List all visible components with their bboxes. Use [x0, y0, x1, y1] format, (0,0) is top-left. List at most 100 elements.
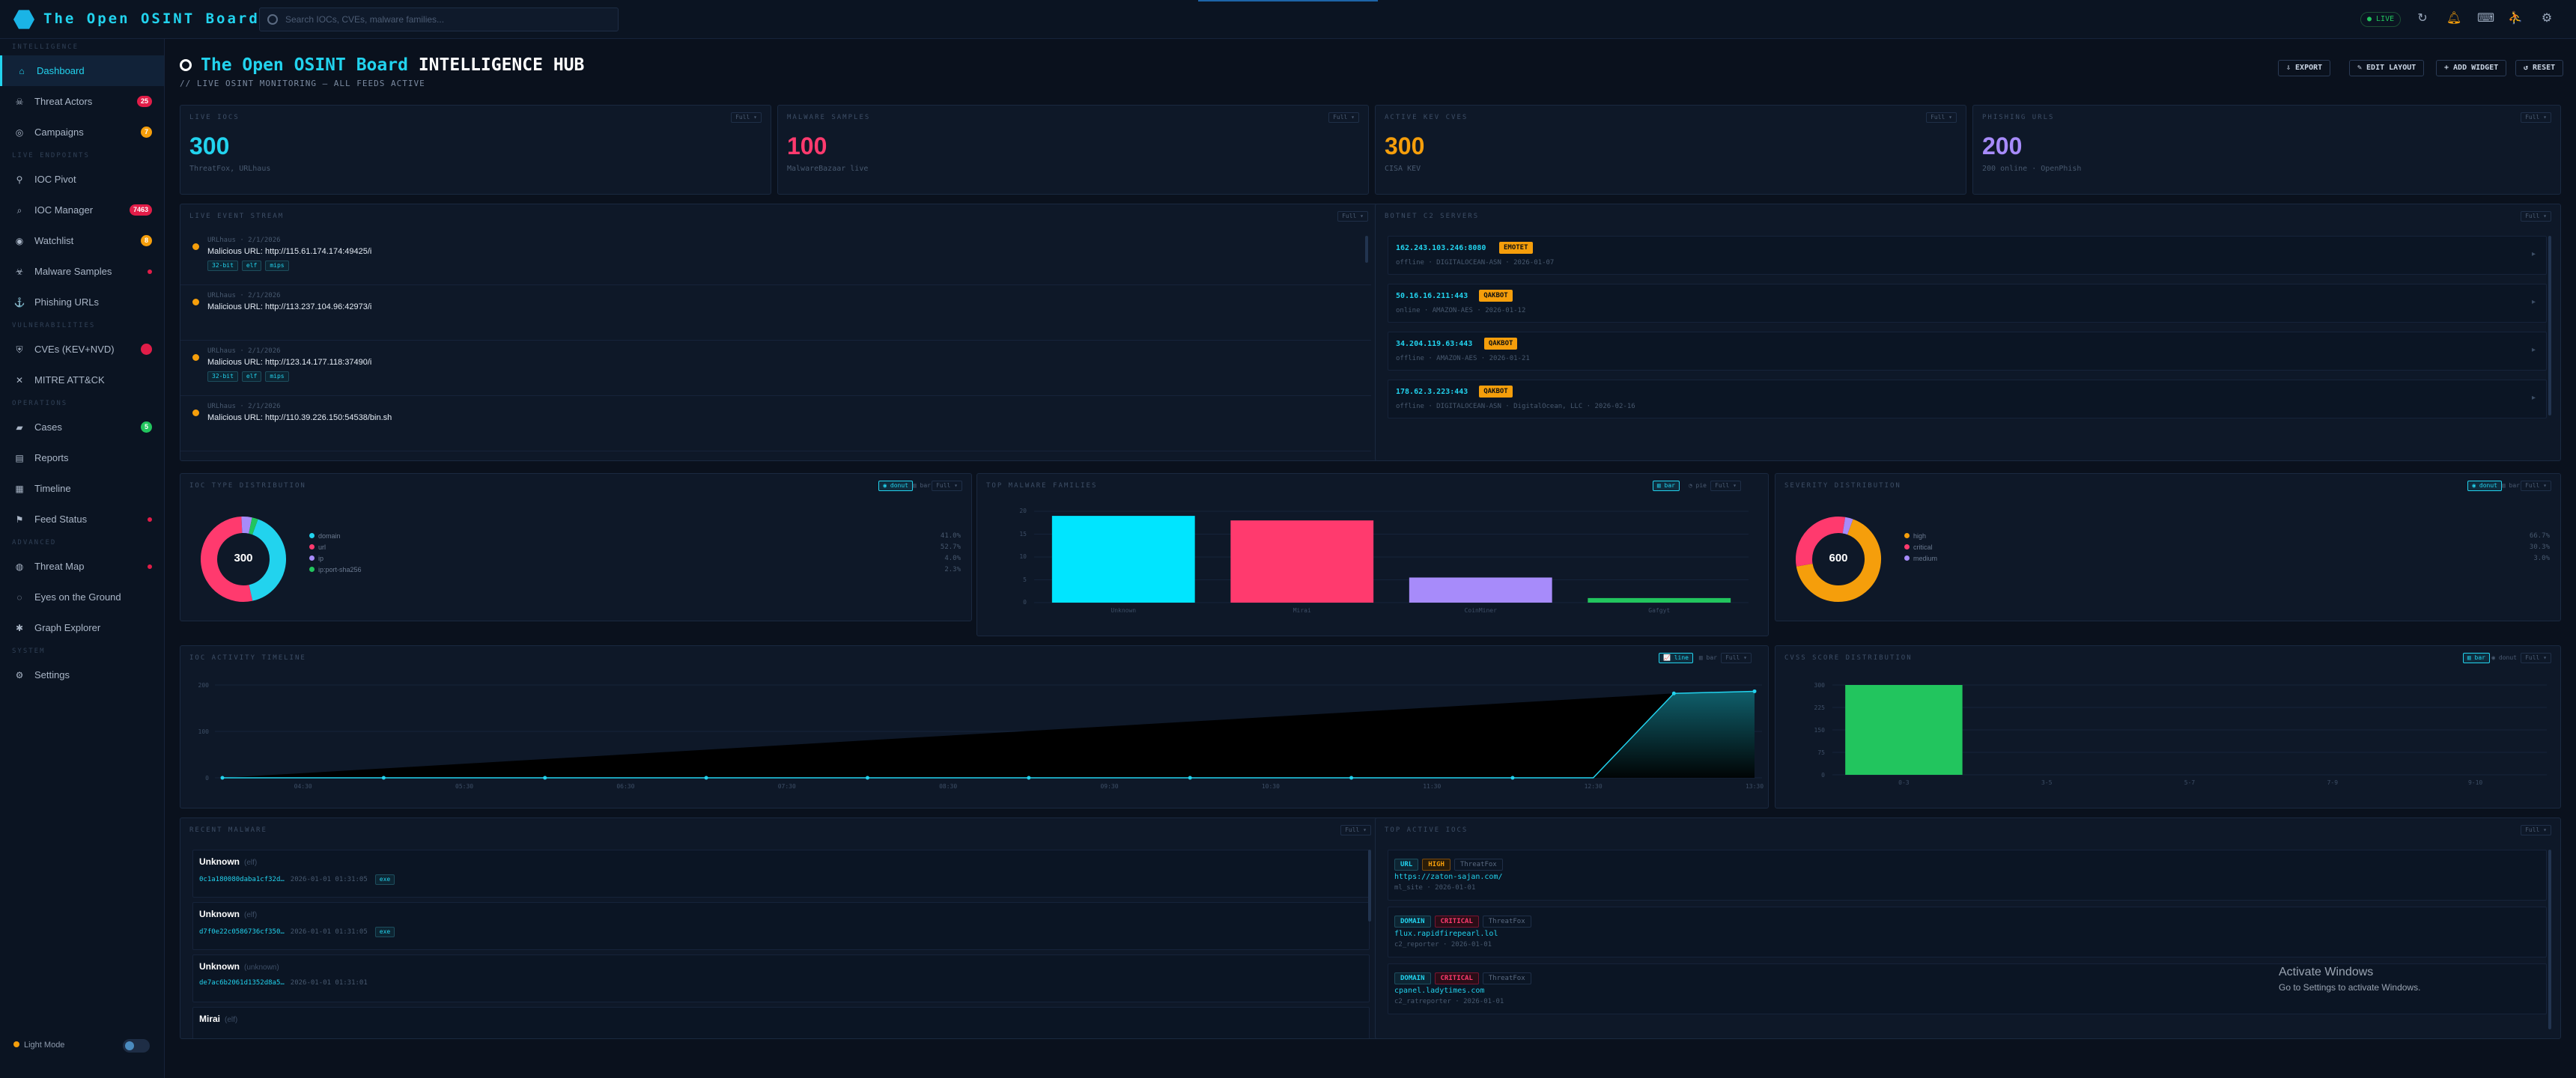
- panel-size-select[interactable]: Full ▾: [1926, 112, 1957, 123]
- ioc-type-badge: URL: [1394, 859, 1419, 871]
- panel-size-select[interactable]: Full ▾: [1328, 112, 1359, 123]
- global-search[interactable]: Search IOCs, CVEs, malware families...: [259, 7, 619, 31]
- light-mode-label: Light Mode: [13, 1041, 64, 1050]
- sidebar-item-settings[interactable]: ⚙ Settings: [0, 660, 164, 690]
- c2-family-badge: EMOTET: [1499, 242, 1533, 254]
- sidebar-item-phishing-urls[interactable]: ⚓ Phishing URLs: [0, 287, 164, 317]
- c2-ip: 178.62.3.223:443: [1396, 388, 1468, 396]
- panel-title: SEVERITY DISTRIBUTION: [1784, 482, 1901, 490]
- sidebar-item-dashboard[interactable]: ⌂ Dashboard: [0, 55, 164, 86]
- panel-size-select[interactable]: Full ▾: [2521, 211, 2551, 222]
- c2-row[interactable]: 34.204.119.63:443 QAKBOT offline · AMAZON-…: [1388, 332, 2547, 371]
- malware-row[interactable]: Unknown (elf) 0c1a180080daba1cf32d… 2026-01…: [192, 850, 1370, 898]
- panel-size-select[interactable]: Full ▾: [932, 481, 962, 491]
- c2-row[interactable]: 162.243.103.246:8080 EMOTET offline · DIGI…: [1388, 236, 2547, 275]
- sidebar-item-label: Watchlist: [34, 235, 74, 246]
- legend-item[interactable]: medium: [1904, 555, 1937, 562]
- event-row[interactable]: URLhaus · 2/1/2026 Malicious URL: http://…: [180, 396, 1371, 451]
- light-mode-toggle[interactable]: [123, 1039, 150, 1053]
- y-tick-label: 0: [205, 775, 209, 782]
- sha256-hash[interactable]: 0c1a180080daba1cf32d…: [199, 876, 285, 883]
- malware-row[interactable]: Unknown (unknown) de7ac6b2061d1352d8a5… 202…: [192, 954, 1370, 1002]
- ioc-value[interactable]: https://zaton-sajan.com/: [1394, 873, 1503, 881]
- sidebar-item-timeline[interactable]: ▦ Timeline: [0, 473, 164, 504]
- antenna-icon: ⚑: [15, 514, 24, 525]
- ioc-value[interactable]: flux.rapidfirepearl.lol: [1394, 930, 1498, 938]
- kpi-value: 200: [1982, 133, 2023, 159]
- app-title[interactable]: The Open OSINT Board: [43, 10, 260, 27]
- add-widget-button[interactable]: + ADD WIDGET: [2436, 60, 2507, 76]
- activity-point: [1510, 776, 1515, 780]
- sidebar-section-label: VULNERABILITIES: [12, 322, 96, 329]
- file-type: (elf): [244, 859, 258, 867]
- c2-family-badge: QAKBOT: [1483, 338, 1518, 350]
- edit-layout-button[interactable]: ✎ EDIT LAYOUT: [2349, 60, 2425, 76]
- sidebar-item-reports[interactable]: ▤ Reports: [0, 442, 164, 473]
- sidebar-item-cves-kev-nvd[interactable]: ⛨ CVEs (KEV+NVD): [0, 334, 164, 365]
- event-tag: mips: [265, 371, 289, 382]
- user-icon[interactable]: ⛹: [2507, 10, 2524, 27]
- c2-row[interactable]: 178.62.3.223:443 QAKBOT offline · DIGITALO…: [1388, 380, 2547, 418]
- c2-scrollbar[interactable]: [2548, 236, 2551, 415]
- kpi-title: ACTIVE KEV CVES: [1385, 114, 1468, 121]
- sidebar-item-label: Dashboard: [37, 65, 85, 76]
- sidebar-item-ioc-manager[interactable]: ⌕ IOC Manager 7463: [0, 195, 164, 225]
- export-button[interactable]: ⇩ EXPORT: [2278, 60, 2331, 76]
- cvss-bar-chart: 300 225 150 75 0 0-3 3-5 5-7 7-9 9-10: [1814, 682, 2547, 786]
- refresh-icon[interactable]: ↻: [2414, 10, 2431, 27]
- ioc-scrollbar[interactable]: [2548, 850, 2551, 1029]
- panel-size-select[interactable]: Full ▾: [2521, 112, 2551, 123]
- sidebar-item-mitre-att-ck[interactable]: ✕ MITRE ATT&CK: [0, 365, 164, 395]
- event-row[interactable]: URLhaus · 2/1/2026 Malicious URL: http://…: [180, 285, 1371, 341]
- panel-size-select[interactable]: Full ▾: [1340, 825, 1371, 835]
- legend-item[interactable]: domain: [309, 532, 341, 540]
- event-row[interactable]: URLhaus · 2/1/2026 Malicious URL: http://…: [180, 230, 1371, 285]
- sidebar-item-graph-explorer[interactable]: ✱ Graph Explorer: [0, 612, 164, 643]
- legend-item[interactable]: high: [1904, 532, 1926, 540]
- c2-row[interactable]: 50.16.16.211:443 QAKBOT online · AMAZON-AE…: [1388, 284, 2547, 323]
- sidebar-item-label: Reports: [34, 452, 69, 463]
- sha256-hash[interactable]: d7f0e22c0586736cf350…: [199, 928, 285, 936]
- bar-coinminer: [1409, 577, 1552, 603]
- panel-size-select[interactable]: Full ▾: [731, 112, 762, 123]
- keyboard-icon[interactable]: ⌨: [2477, 10, 2494, 27]
- c2-ip: 50.16.16.211:443: [1396, 292, 1468, 300]
- panel-size-select[interactable]: Full ▾: [2521, 825, 2551, 835]
- event-source: URLhaus · 2/1/2026: [207, 292, 281, 299]
- sidebar-item-ioc-pivot[interactable]: ⚲ IOC Pivot: [0, 164, 164, 195]
- activity-point: [1188, 776, 1192, 780]
- ioc-row[interactable]: DOMAIN CRITICAL ThreatFox flux.rapidfirepea…: [1388, 907, 2547, 957]
- sidebar-item-feed-status[interactable]: ⚑ Feed Status: [0, 504, 164, 535]
- legend-item[interactable]: critical: [1904, 543, 1933, 551]
- ioc-value[interactable]: cpanel.ladytimes.com: [1394, 987, 1484, 995]
- settings-gear-icon[interactable]: ⚙: [2539, 10, 2555, 27]
- event-source: URLhaus · 2/1/2026: [207, 237, 281, 244]
- event-tags: 32-bit elf mips: [207, 258, 293, 271]
- sidebar-item-campaigns[interactable]: ◎ Campaigns 7: [0, 117, 164, 147]
- panel-size-select[interactable]: Full ▾: [2521, 481, 2551, 491]
- sidebar-item-threat-map[interactable]: ◍ Threat Map: [0, 551, 164, 582]
- sidebar-item-watchlist[interactable]: ◉ Watchlist 8: [0, 225, 164, 256]
- event-scrollbar[interactable]: [1365, 236, 1368, 263]
- legend-item[interactable]: ip:port-sha256: [309, 566, 362, 573]
- sha256-hash[interactable]: de7ac6b2061d1352d8a5…: [199, 979, 285, 987]
- sidebar-item-eyes-on-the-ground[interactable]: ◌ Eyes on the Ground: [0, 582, 164, 612]
- bell-icon[interactable]: 🔔︎: [2446, 10, 2462, 27]
- sidebar-item-malware-samples[interactable]: ☣ Malware Samples: [0, 256, 164, 287]
- ioc-pills: URL HIGH ThreatFox: [1394, 856, 1507, 871]
- malware-row[interactable]: Unknown (elf) d7f0e22c0586736cf350… 2026-01…: [192, 902, 1370, 950]
- logo-icon[interactable]: [13, 10, 34, 29]
- malware-row[interactable]: Mirai (elf): [192, 1007, 1370, 1038]
- legend-item[interactable]: url: [309, 543, 326, 551]
- ioc-row[interactable]: URL HIGH ThreatFox https://zaton-sajan.com/…: [1388, 850, 2547, 901]
- status-dot: [148, 564, 152, 569]
- legend-percent: 2.3%: [944, 566, 961, 573]
- panel-size-select[interactable]: Full ▾: [1337, 211, 1368, 222]
- severity-dot: [192, 354, 199, 361]
- sidebar-item-threat-actors[interactable]: ☠ Threat Actors 25: [0, 86, 164, 117]
- event-row[interactable]: URLhaus · 2/1/2026 Malicious URL: http://…: [180, 341, 1371, 396]
- legend-item[interactable]: ip: [309, 555, 323, 562]
- sidebar-item-cases[interactable]: ▰ Cases 5: [0, 412, 164, 442]
- reset-button[interactable]: ↺ RESET: [2515, 60, 2564, 76]
- malware-scrollbar[interactable]: [1368, 850, 1371, 922]
